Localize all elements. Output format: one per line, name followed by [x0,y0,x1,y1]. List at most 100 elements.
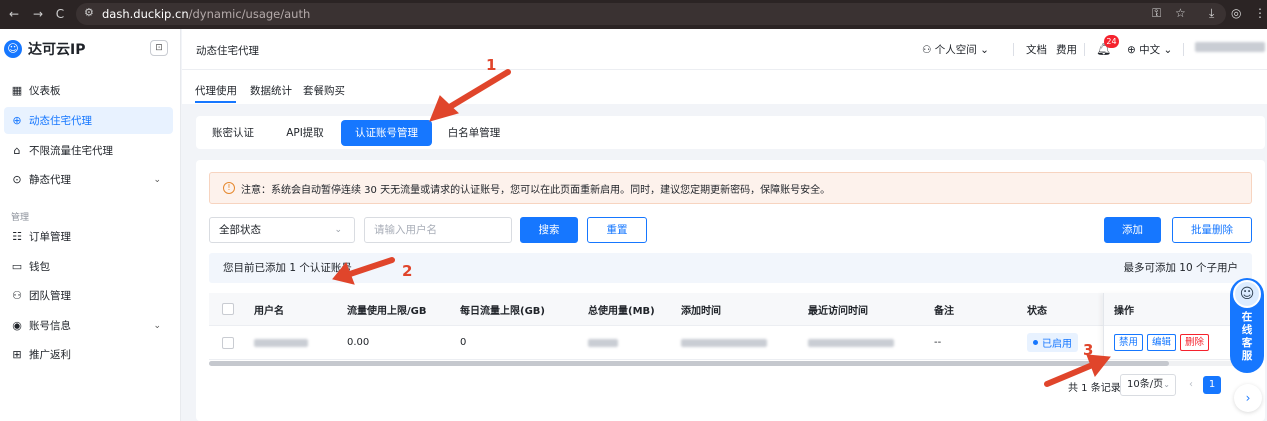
language-dropdown[interactable]: ⊕ 中文 ⌄ [1127,42,1172,57]
team-icon: ⚇ [12,289,22,302]
divider [1084,43,1085,56]
tab-statistics[interactable]: 数据统计 [250,83,292,98]
accounts-panel: ! 注意：系统会自动暂停连续 30 天无流量或请求的认证账号，您可以在此页面重新… [196,160,1265,421]
site-info-icon[interactable]: ⚙ [84,6,94,19]
max-subusers-text: 最多可添加 10 个子用户 [1123,262,1238,274]
sidebar-item-dynamic-proxy[interactable]: ⊕ 动态住宅代理 [4,107,173,134]
sidebar-item-account[interactable]: ◉ 账号信息 ⌄ [4,312,173,339]
home-icon: ⌂ [13,144,21,157]
add-button[interactable]: 添加 [1104,217,1161,243]
account-icon: ◉ [12,319,22,332]
prev-page-icon[interactable]: ‹ [1182,376,1200,394]
tab-purchase[interactable]: 套餐购买 [303,83,345,98]
table-row: 0.00 0 -- 已启用 禁用 编辑 删除 [209,326,1252,360]
bulk-delete-button[interactable]: 批量删除 [1172,217,1252,243]
segment-api-extract[interactable]: API提取 [274,120,336,146]
active-tab-indicator [195,101,236,103]
star-icon[interactable]: ☆ [1175,6,1186,20]
divider [1013,43,1014,56]
user-menu[interactable] [1195,42,1265,55]
page-1-button[interactable]: 1 [1203,376,1221,394]
profile-icon[interactable]: ◎ [1231,6,1241,20]
chevron-right-icon[interactable]: › [1234,384,1262,412]
chevron-down-icon: ⌄ [1163,44,1173,56]
address-bar[interactable]: ⚙ dash.duckip.cn/dynamic/usage/auth [76,3,1226,25]
menu-icon[interactable]: ⋮ [1254,6,1266,20]
globe-icon: ⊕ [12,114,22,127]
sidebar-item-dashboard[interactable]: ▦ 仪表板 [4,77,173,104]
dashboard-icon: ▦ [11,84,23,97]
key-icon[interactable]: ⚿ [1152,6,1161,21]
sidebar-item-label: 不限流量住宅代理 [29,145,113,157]
total-usage-redacted [588,338,618,347]
status-filter-value: 全部状态 [219,224,261,236]
reload-icon[interactable]: C [52,6,68,22]
col-last-access: 最近访问时间 [808,305,868,317]
notification-badge: 24 [1104,35,1119,48]
select-all-checkbox[interactable] [222,303,234,315]
pricing-link[interactable]: 费用 [1056,42,1077,57]
total-records: 共 1 条记录 [1068,382,1121,394]
gift-icon: ⊞ [12,348,22,361]
sidebar-item-team[interactable]: ⚇ 团队管理 [4,282,173,309]
page-tabs: 代理使用 数据统计 套餐购买 [182,70,1267,104]
accounts-table: 用户名 流量使用上限/GB 每日流量上限(GB) 总使用量(MB) 添加时间 最… [209,293,1252,368]
sidebar-item-wallet[interactable]: ▭ 钱包 [4,253,173,280]
auth-mode-segments: 账密认证 API提取 认证账号管理 白名单管理 [196,116,1265,149]
username-search-input[interactable] [364,217,512,243]
sidebar-item-label: 静态代理 [29,174,71,186]
segment-password-auth[interactable]: 账密认证 [202,120,264,146]
brand-name: 达可云IP [28,42,86,58]
sidebar-item-unlimited-proxy[interactable]: ⌂ 不限流量住宅代理 [4,137,173,164]
user-icon: ⚇ [922,44,932,56]
search-button[interactable]: 搜索 [520,217,578,243]
segment-whitelist[interactable]: 白名单管理 [438,120,510,146]
reset-button[interactable]: 重置 [587,217,647,243]
notice-text: 注意：系统会自动暂停连续 30 天无流量或请求的认证账号，您可以在此页面重新启用… [241,184,831,196]
docs-link[interactable]: 文档 [1026,42,1047,57]
back-icon[interactable]: ← [6,6,22,22]
chevron-down-icon: ⌄ [334,225,342,235]
online-service-button[interactable]: ☺ 在 线 客 服 [1230,278,1264,373]
page-size-select[interactable]: 10条/页 ⌄ [1120,374,1176,396]
sidebar-item-label: 仪表板 [29,85,61,97]
status-filter-select[interactable]: 全部状态 ⌄ [209,217,355,243]
wallet-icon: ▭ [11,260,23,273]
forward-icon[interactable]: → [30,6,46,22]
sidebar: ☺ 达可云IP ⊡ ▦ 仪表板 ⊕ 动态住宅代理 ⌂ 不限流量住宅代理 ⊙ 静态… [0,29,181,421]
tab-proxy-usage[interactable]: 代理使用 [195,83,237,98]
username-redacted [254,338,308,347]
top-header: 动态住宅代理 ⚇ 个人空间 ⌄ 文档 费用 🔔︎ 24 ⊕ 中文 ⌄ [182,29,1267,70]
target-icon: ⊙ [12,173,22,186]
nav-group-label: 管理 [11,213,30,223]
traffic-limit-value: 0.00 [347,337,370,348]
order-icon: ☷ [12,230,22,243]
sidebar-item-label: 推广返利 [29,349,71,361]
segment-auth-accounts[interactable]: 认证账号管理 [341,120,432,146]
workspace-dropdown[interactable]: ⚇ 个人空间 ⌄ [922,42,989,57]
sidebar-item-label: 账号信息 [29,320,71,332]
page-size-value: 10条/页 [1127,379,1164,390]
collapse-sidebar-button[interactable]: ⊡ [150,40,168,56]
col-added-time: 添加时间 [681,305,721,317]
sidebar-item-orders[interactable]: ☷ 订单管理 [4,223,173,250]
scrollbar-thumb[interactable] [209,361,1169,366]
language-label: 中文 [1139,44,1161,56]
col-status: 状态 [1027,305,1047,317]
table-header: 用户名 流量使用上限/GB 每日流量上限(GB) 总使用量(MB) 添加时间 最… [209,293,1252,326]
col-total-usage: 总使用量(MB) [588,305,655,317]
sidebar-item-static-proxy[interactable]: ⊙ 静态代理 ⌄ [4,166,173,193]
col-username: 用户名 [254,305,284,317]
annotation-number-2: 2 [402,262,413,280]
chevron-down-icon: ⌄ [1163,380,1170,389]
sidebar-item-label: 钱包 [29,261,50,273]
download-icon[interactable]: ⤓ [1209,6,1214,21]
col-traffic-limit: 流量使用上限/GB [347,305,427,317]
status-badge: 已启用 [1027,333,1078,352]
sidebar-item-referral[interactable]: ⊞ 推广返利 [4,341,173,368]
table-horizontal-scrollbar[interactable] [209,361,1252,366]
row-checkbox[interactable] [222,336,234,349]
brand[interactable]: ☺ 达可云IP [4,38,85,60]
sidebar-item-label: 动态住宅代理 [29,115,92,127]
user-name-redacted [1195,42,1265,52]
